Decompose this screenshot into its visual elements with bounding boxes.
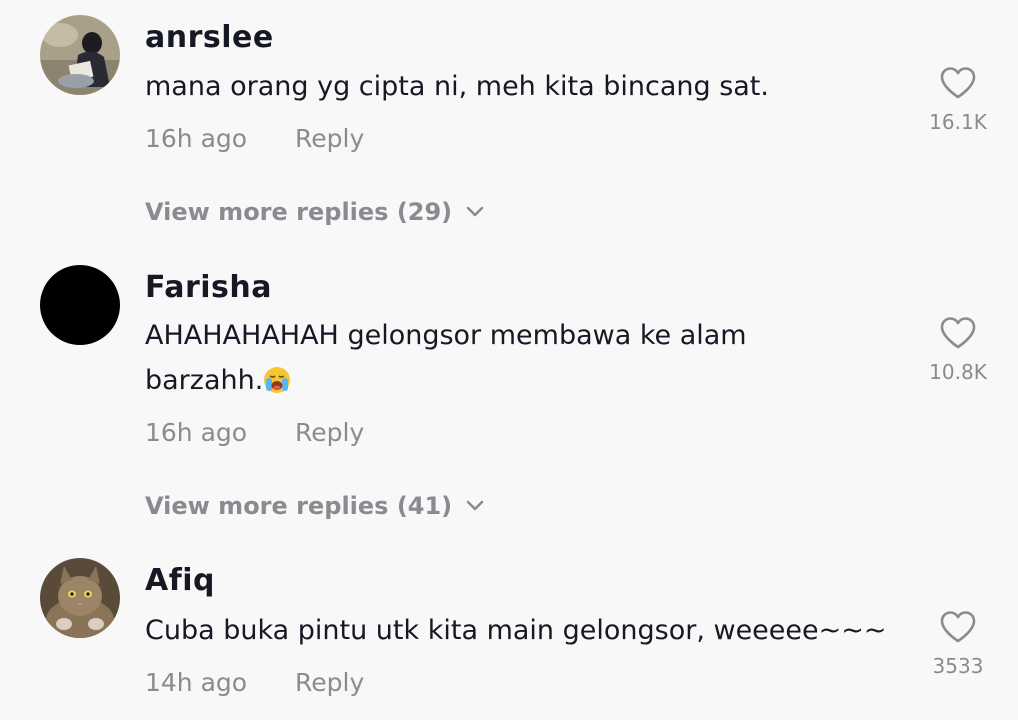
avatar[interactable] xyxy=(40,558,120,638)
view-more-replies-label: View more replies (29) xyxy=(145,198,453,226)
chevron-down-icon xyxy=(466,206,484,217)
comment-text-line-2: barzahh. xyxy=(145,358,845,403)
username[interactable]: Afiq xyxy=(145,563,215,598)
chevron-down-icon xyxy=(466,500,484,511)
comment-text-line: AHAHAHAHAH gelongsor membawa ke alam xyxy=(145,320,747,351)
like-count: 16.1K xyxy=(929,110,987,134)
view-more-replies-button[interactable]: View more replies (29) xyxy=(145,198,484,226)
like-control: 3533 xyxy=(918,610,998,678)
comment-text: AHAHAHAHAH gelongsor membawa ke alam bar… xyxy=(145,313,845,403)
avatar[interactable] xyxy=(40,15,120,95)
like-count: 10.8K xyxy=(929,360,987,384)
comment-text: Cuba buka pintu utk kita main gelongsor,… xyxy=(145,615,887,646)
comment-timestamp: 16h ago xyxy=(145,418,248,447)
username[interactable]: anrslee xyxy=(145,20,274,55)
like-count: 3533 xyxy=(932,654,984,678)
comment-list: anrslee mana orang yg cipta ni, meh kita… xyxy=(0,0,1018,720)
username[interactable]: Farisha xyxy=(145,270,272,305)
like-control: 16.1K xyxy=(918,66,998,134)
reply-button[interactable]: Reply xyxy=(295,124,364,153)
comment-text-fragment: barzahh. xyxy=(145,365,264,396)
heart-icon[interactable] xyxy=(939,316,977,350)
crying-face-emoji-icon xyxy=(264,367,291,393)
reply-button[interactable]: Reply xyxy=(295,418,364,447)
reply-button[interactable]: Reply xyxy=(295,668,364,697)
view-more-replies-label: View more replies (41) xyxy=(145,492,453,520)
like-control: 10.8K xyxy=(918,316,998,384)
avatar[interactable] xyxy=(40,265,120,345)
comment-text: mana orang yg cipta ni, meh kita bincang… xyxy=(145,71,769,102)
view-more-replies-button[interactable]: View more replies (41) xyxy=(145,492,484,520)
heart-icon[interactable] xyxy=(939,610,977,644)
comment-timestamp: 14h ago xyxy=(145,668,248,697)
heart-icon[interactable] xyxy=(939,66,977,100)
comment-timestamp: 16h ago xyxy=(145,124,248,153)
